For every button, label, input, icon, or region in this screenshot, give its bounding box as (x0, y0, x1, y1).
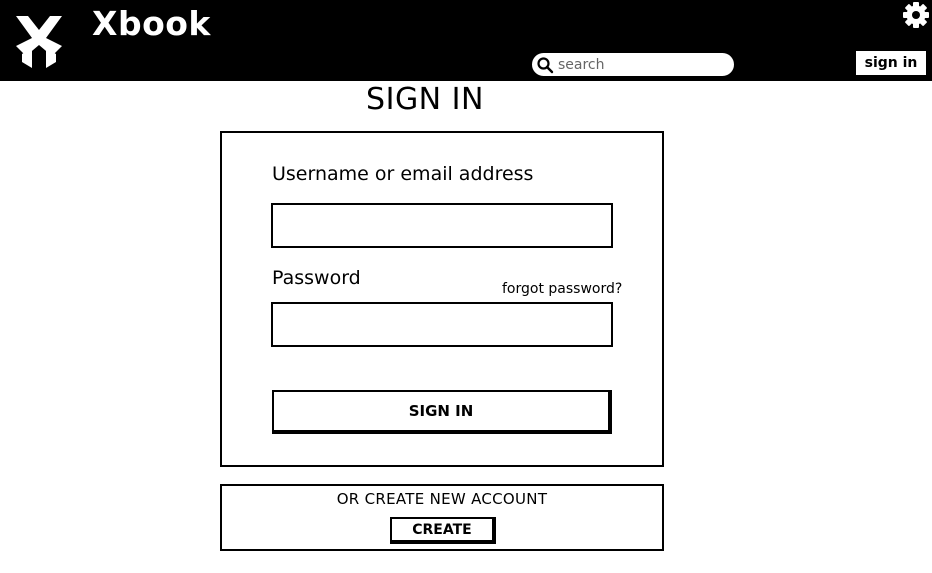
app-title: Xbook (92, 4, 211, 43)
create-account-panel: OR CREATE NEW ACCOUNT CREATE (220, 484, 664, 551)
password-label: Password (272, 267, 361, 289)
sign-in-form: Username or email address Password forgo… (220, 131, 664, 467)
gear-icon[interactable] (902, 1, 930, 29)
top-navigation-bar: Xbook sign in (0, 0, 932, 81)
forgot-password-link[interactable]: forgot password? (502, 281, 622, 297)
username-field[interactable] (271, 203, 613, 248)
username-label: Username or email address (272, 163, 534, 185)
xbook-logo-icon[interactable] (14, 12, 64, 70)
create-account-button[interactable]: CREATE (390, 517, 496, 544)
search-input[interactable] (558, 56, 728, 73)
search-box[interactable] (530, 51, 736, 78)
page-title: SIGN IN (366, 82, 484, 117)
password-field[interactable] (271, 302, 613, 347)
sign-in-button[interactable]: SIGN IN (272, 390, 612, 434)
search-icon (537, 56, 554, 73)
header-sign-in-button[interactable]: sign in (856, 51, 926, 75)
create-account-prompt: OR CREATE NEW ACCOUNT (336, 490, 548, 508)
